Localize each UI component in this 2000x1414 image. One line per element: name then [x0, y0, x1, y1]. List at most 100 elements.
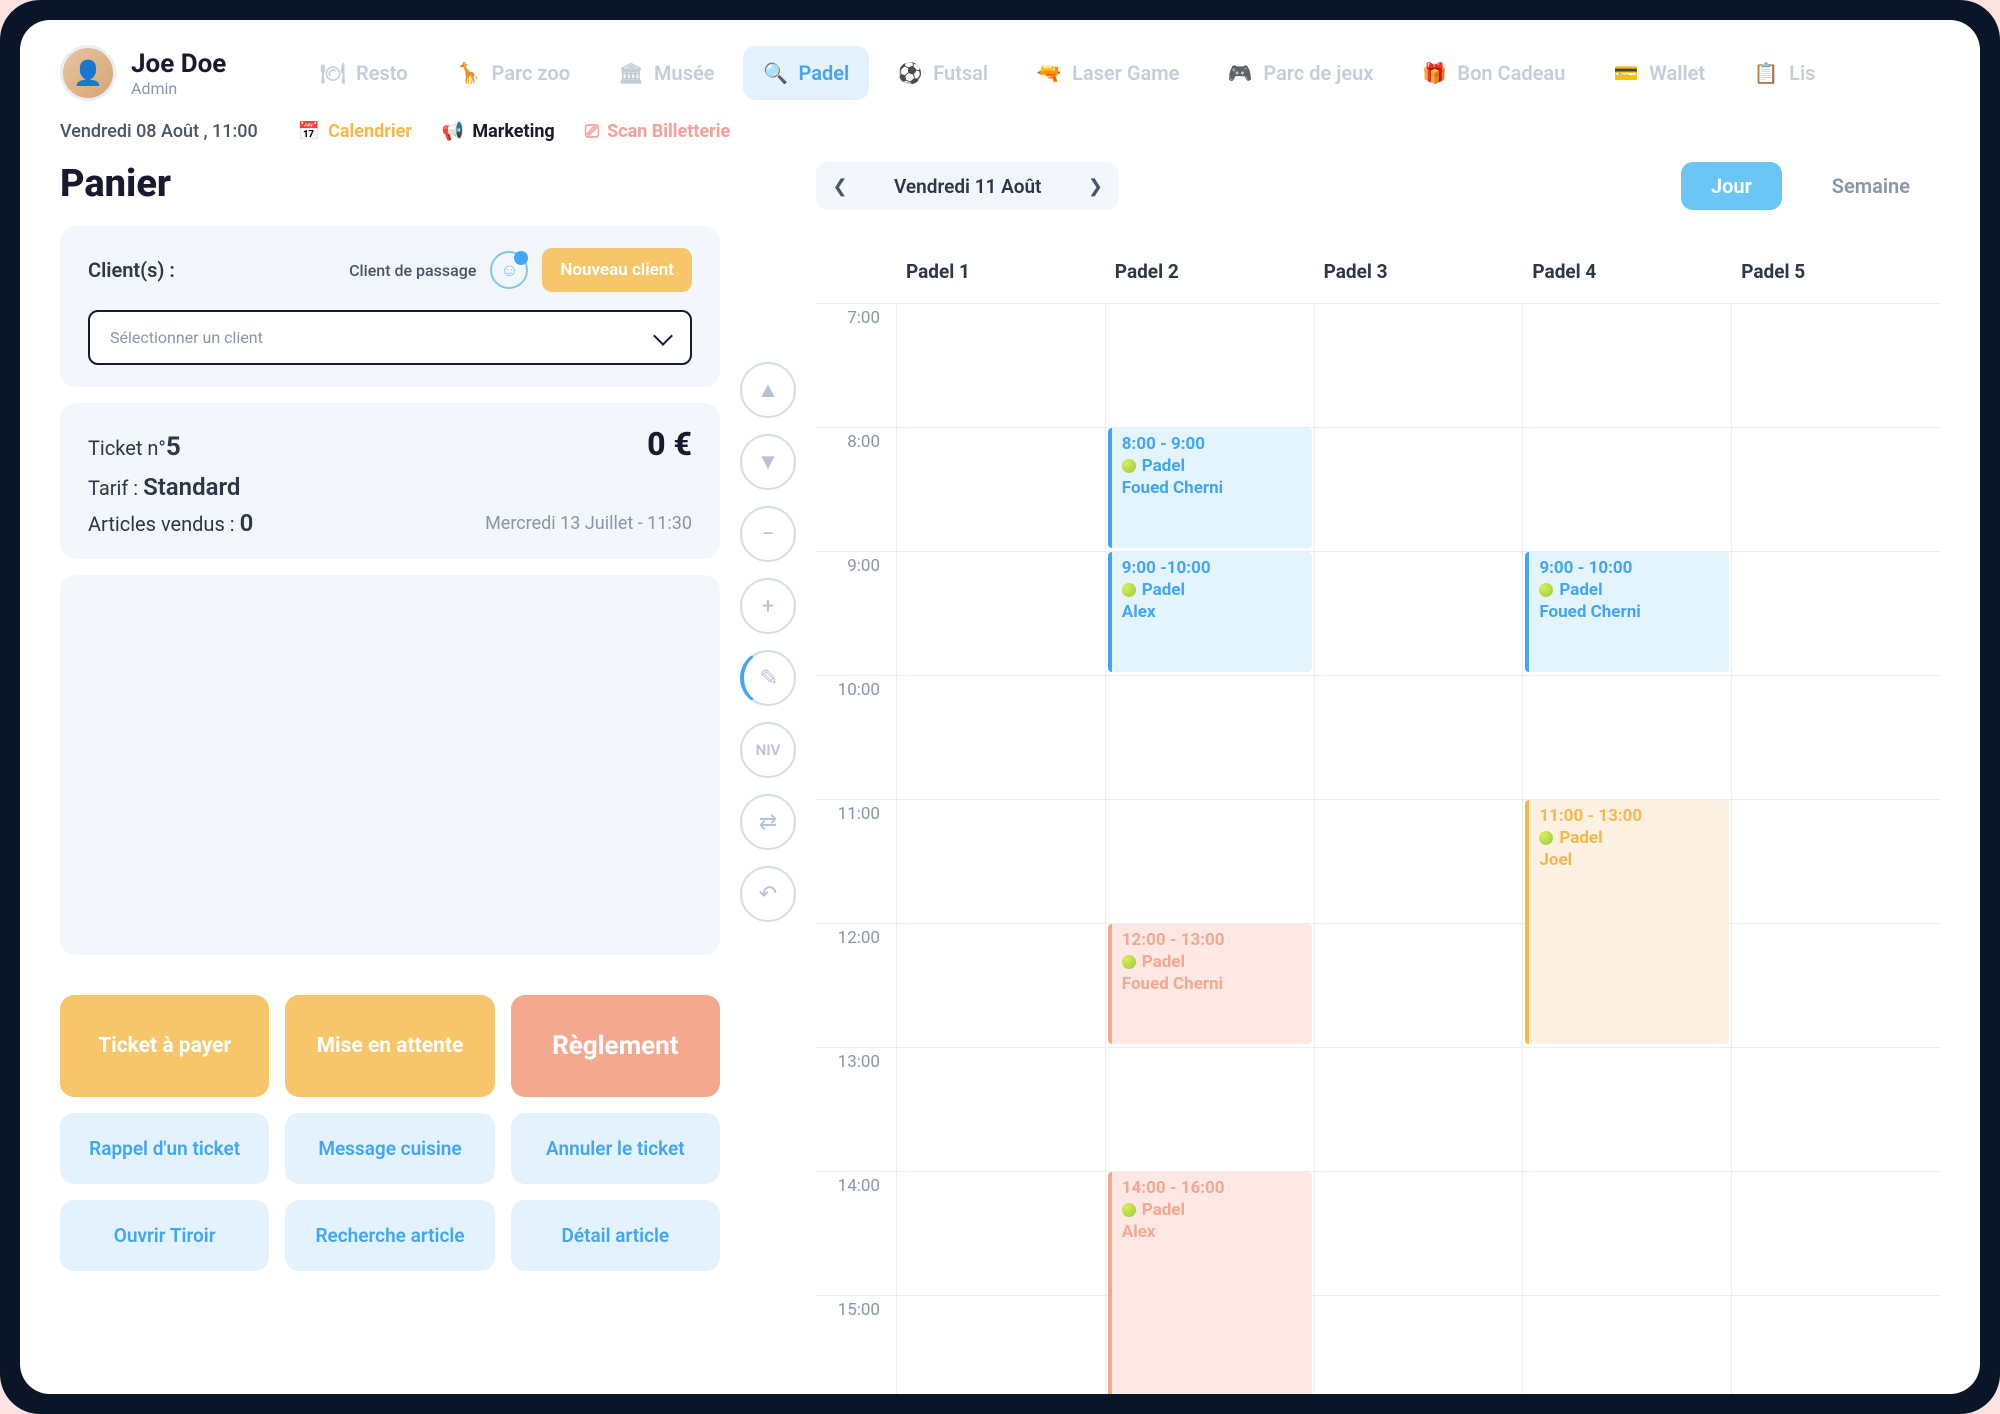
up-button[interactable]: ▲	[740, 362, 796, 418]
ticket-pay-button[interactable]: Ticket à payer	[60, 995, 269, 1097]
calendar-cell[interactable]	[1314, 1048, 1523, 1171]
calendar-event[interactable]: 11:00 - 13:00 Padel Joel	[1525, 800, 1729, 1044]
hold-button[interactable]: Mise en attente	[285, 995, 494, 1097]
calendar-cell[interactable]	[896, 800, 1105, 923]
calendar-cell[interactable]	[1522, 1296, 1731, 1394]
side-controls: ▲ ▼ − + ✎ NIV ⇄ ↶	[740, 162, 796, 1394]
calendar-cell[interactable]	[1105, 304, 1314, 427]
calendar-cell[interactable]	[1731, 676, 1940, 799]
calendar-cell[interactable]	[896, 428, 1105, 551]
clients-label: Client(s) :	[88, 258, 175, 282]
nav-tab-resto[interactable]: 🍽Resto	[300, 46, 428, 100]
swap-button[interactable]: ⇄	[740, 794, 796, 850]
calendar-cell[interactable]	[1522, 1172, 1731, 1295]
hour-label: 12:00	[816, 924, 896, 1047]
subnav-scan[interactable]: ⎚ Scan Billetterie	[585, 121, 731, 142]
calendar-event[interactable]: 9:00 -10:00 Padel Alex	[1108, 552, 1312, 672]
week-view-button[interactable]: Semaine	[1802, 162, 1940, 210]
nav-tab-museum[interactable]: 🏛Musée	[598, 46, 734, 100]
cancel-ticket-button[interactable]: Annuler le ticket	[511, 1113, 720, 1184]
client-select[interactable]: Sélectionner un client	[88, 310, 692, 365]
nav-tab-padel[interactable]: 🔍Padel	[743, 46, 870, 100]
passage-icon[interactable]: ☺	[490, 251, 528, 289]
calendar-cell[interactable]	[1314, 676, 1523, 799]
event-person: Alex	[1122, 602, 1302, 622]
calendar-cell[interactable]: 12:00 - 13:00 Padel Foued Cherni	[1105, 924, 1314, 1047]
calendar-cell[interactable]: 9:00 - 10:00 Padel Foued Cherni	[1522, 552, 1731, 675]
calendar-cell[interactable]	[896, 552, 1105, 675]
plus-button[interactable]: +	[740, 578, 796, 634]
nav-tab-futsal[interactable]: ⚽Futsal	[877, 46, 1008, 100]
calendar-cell[interactable]	[1731, 1296, 1940, 1394]
calendar-cell[interactable]	[1314, 304, 1523, 427]
user-avatar[interactable]: 👤	[60, 45, 116, 101]
calendar-cell[interactable]	[1731, 1048, 1940, 1171]
nav-tab-zoo[interactable]: 🦒Parc zoo	[436, 46, 590, 100]
calendar-cell[interactable]	[896, 304, 1105, 427]
nav-tab-laser[interactable]: 🔫Laser Game	[1016, 46, 1199, 100]
recall-ticket-button[interactable]: Rappel d'un ticket	[60, 1113, 269, 1184]
calendar-cell[interactable]	[896, 1172, 1105, 1295]
calendar-cell[interactable]	[1314, 1172, 1523, 1295]
kitchen-message-button[interactable]: Message cuisine	[285, 1113, 494, 1184]
nav-tab-wallet[interactable]: 💳Wallet	[1593, 46, 1725, 100]
calendar-cell[interactable]	[1731, 1172, 1940, 1295]
calendar-cell[interactable]	[1731, 552, 1940, 675]
calendar-cell[interactable]	[1731, 800, 1940, 923]
calendar-cell[interactable]	[1731, 304, 1940, 427]
detail-article-button[interactable]: Détail article	[511, 1200, 720, 1271]
payment-button[interactable]: Règlement	[511, 995, 720, 1097]
calendar-cell[interactable]	[896, 676, 1105, 799]
calendar-event[interactable]: 9:00 - 10:00 Padel Foued Cherni	[1525, 552, 1729, 672]
calendar-cell[interactable]	[896, 924, 1105, 1047]
day-view-button[interactable]: Jour	[1681, 162, 1782, 210]
calendar-cell[interactable]: 14:00 - 16:00 Padel Alex	[1105, 1172, 1314, 1295]
court-header: Padel 2	[1105, 240, 1314, 303]
calendar-cell[interactable]	[1522, 1048, 1731, 1171]
calendar-cell[interactable]	[1314, 428, 1523, 551]
calendar-event[interactable]: 14:00 - 16:00 Padel Alex	[1108, 1172, 1312, 1394]
nav-tab-list[interactable]: 📋Lis	[1733, 46, 1835, 100]
hour-label: 8:00	[816, 428, 896, 551]
niv-button[interactable]: NIV	[740, 722, 796, 778]
calendar-cell[interactable]: 11:00 - 13:00 Padel Joel	[1522, 800, 1731, 923]
calendar-cell[interactable]: 9:00 -10:00 Padel Alex	[1105, 552, 1314, 675]
minus-button[interactable]: −	[740, 506, 796, 562]
event-time: 8:00 - 9:00	[1122, 434, 1302, 454]
next-day-button[interactable]: ❯	[1071, 162, 1119, 210]
calendar-cell[interactable]	[1522, 304, 1731, 427]
down-button[interactable]: ▼	[740, 434, 796, 490]
calendar-cell[interactable]	[1105, 800, 1314, 923]
open-drawer-button[interactable]: Ouvrir Tiroir	[60, 1200, 269, 1271]
calendar-event[interactable]: 8:00 - 9:00 Padel Foued Cherni	[1108, 428, 1312, 548]
calendar-cell[interactable]	[1731, 428, 1940, 551]
calendar-cell[interactable]: 8:00 - 9:00 Padel Foued Cherni	[1105, 428, 1314, 551]
user-role: Admin	[131, 79, 226, 98]
prev-day-button[interactable]: ❮	[816, 162, 864, 210]
calendar-cell[interactable]	[896, 1048, 1105, 1171]
subnav-marketing[interactable]: 📢 Marketing	[442, 121, 555, 142]
calendar-icon: 📅	[298, 121, 320, 142]
calendar-cell[interactable]	[896, 1296, 1105, 1394]
new-client-button[interactable]: Nouveau client	[542, 248, 692, 292]
hour-label: 9:00	[816, 552, 896, 675]
calendar-cell[interactable]	[1522, 676, 1731, 799]
calendar-cell[interactable]	[1731, 924, 1940, 1047]
calendar-cell[interactable]	[1314, 552, 1523, 675]
calendar-cell[interactable]	[1314, 924, 1523, 1047]
calendar-cell[interactable]	[1314, 1296, 1523, 1394]
subnav-calendar[interactable]: 📅 Calendrier	[298, 121, 412, 142]
search-article-button[interactable]: Recherche article	[285, 1200, 494, 1271]
calendar-cell[interactable]	[1105, 1048, 1314, 1171]
event-sport: Padel	[1122, 1200, 1302, 1220]
undo-button[interactable]: ↶	[740, 866, 796, 922]
edit-button[interactable]: ✎	[740, 650, 796, 706]
calendar-cell[interactable]	[1522, 428, 1731, 551]
calendar-cell[interactable]	[1105, 676, 1314, 799]
ball-icon	[1122, 459, 1136, 473]
court-header: Padel 3	[1314, 240, 1523, 303]
calendar-cell[interactable]	[1314, 800, 1523, 923]
nav-tab-games[interactable]: 🎮Parc de jeux	[1207, 46, 1393, 100]
calendar-event[interactable]: 12:00 - 13:00 Padel Foued Cherni	[1108, 924, 1312, 1044]
nav-tab-gift[interactable]: 🎁Bon Cadeau	[1401, 46, 1585, 100]
